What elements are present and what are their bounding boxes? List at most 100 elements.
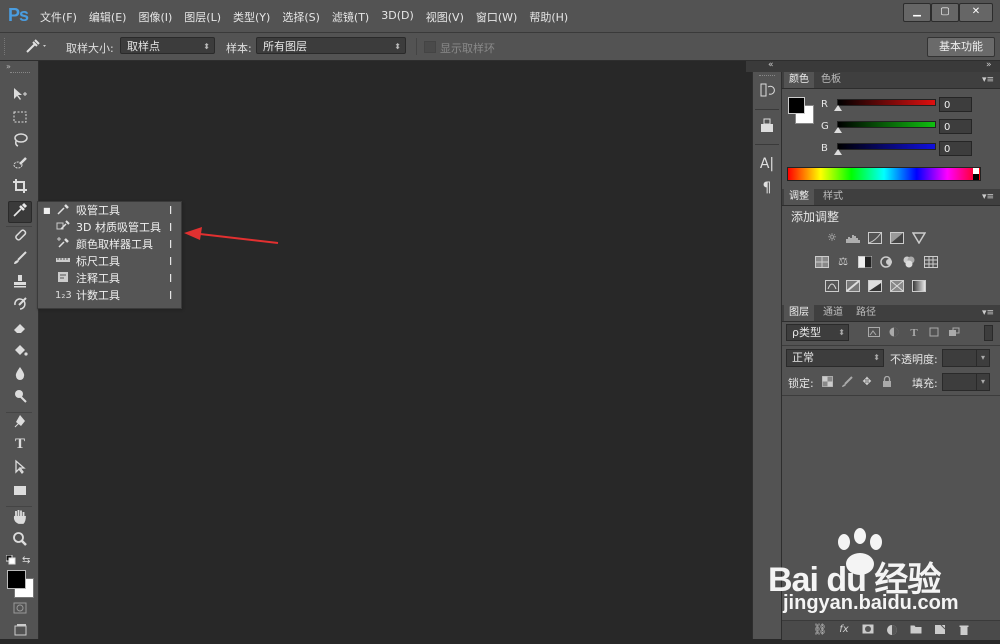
rectangle-tool-icon[interactable] [9, 482, 31, 502]
vibrance-icon[interactable] [911, 232, 927, 245]
filter-pixel-icon[interactable] [867, 327, 881, 339]
menu-edit[interactable]: 编辑(E) [89, 9, 127, 25]
panel-menu-icon[interactable]: ▾≡ [982, 305, 994, 321]
menu-3d[interactable]: 3D(D) [381, 9, 414, 25]
flyout-item-eyedropper[interactable]: ■ 吸管工具 I [38, 202, 181, 219]
selective-color-icon[interactable] [890, 280, 904, 292]
color-lookup-icon[interactable] [924, 256, 938, 268]
swap-colors-icon[interactable]: ⇆ [22, 555, 30, 566]
panel-menu-icon[interactable]: ▾≡ [982, 189, 994, 205]
show-ring-checkbox[interactable] [424, 41, 436, 53]
marquee-tool-icon[interactable] [9, 109, 31, 129]
type-tool-icon[interactable]: T [9, 436, 31, 456]
lock-all-icon[interactable] [880, 375, 894, 388]
tab-adjustments[interactable]: 调整 [784, 189, 814, 205]
close-button[interactable]: ✕ [959, 3, 993, 22]
channel-r-input[interactable]: 0 [939, 97, 972, 112]
spectrum-black-swatch[interactable] [973, 174, 979, 180]
filter-shape-icon[interactable] [927, 327, 941, 339]
link-icon[interactable]: ⛓ [813, 624, 827, 636]
exposure-icon[interactable] [890, 232, 904, 244]
flyout-item-count[interactable]: 1₂3 计数工具 I [38, 287, 181, 304]
lock-transparent-icon[interactable] [820, 376, 834, 388]
channel-b-slider[interactable] [837, 143, 936, 150]
path-selection-tool-icon[interactable] [9, 459, 31, 479]
gradient-map-icon[interactable] [912, 280, 926, 292]
filter-adjustment-icon[interactable] [887, 327, 901, 339]
levels-icon[interactable] [846, 232, 860, 244]
zoom-tool-icon[interactable] [9, 531, 31, 551]
flyout-item-color-sampler[interactable]: 颜色取样器工具 I [38, 236, 181, 253]
menu-view[interactable]: 视图(V) [426, 9, 464, 25]
opacity-input[interactable]: ▾ [942, 349, 990, 367]
tab-styles[interactable]: 样式 [818, 189, 848, 205]
photo-filter-icon[interactable] [880, 256, 894, 268]
slider-knob-icon[interactable] [834, 105, 842, 111]
minimize-button[interactable]: ▁ [903, 3, 931, 22]
tab-paths[interactable]: 路径 [851, 305, 881, 321]
pen-tool-icon[interactable] [9, 413, 31, 433]
expand-panels-icon[interactable]: » [986, 60, 992, 70]
sample-dropdown[interactable]: 所有图层 ⬍ [256, 37, 406, 54]
character-panel-icon[interactable]: A| [756, 154, 778, 174]
black-white-icon[interactable] [858, 256, 872, 268]
flyout-item-ruler[interactable]: 标尺工具 I [38, 253, 181, 270]
flyout-item-3d-material-eyedropper[interactable]: 3D 材质吸管工具 I [38, 219, 181, 236]
clone-stamp-tool-icon[interactable] [9, 273, 31, 293]
color-balance-icon[interactable]: ⚖ [836, 256, 850, 268]
collapse-strip-icon[interactable]: « [768, 60, 774, 70]
menu-file[interactable]: 文件(F) [40, 9, 77, 25]
hue-saturation-icon[interactable] [815, 256, 829, 268]
tab-layers[interactable]: 图层 [784, 305, 814, 321]
dodge-tool-icon[interactable] [9, 388, 31, 408]
brush-tool-icon[interactable] [9, 250, 31, 270]
trash-icon[interactable] [957, 624, 971, 636]
adjustment-layer-icon[interactable] [885, 624, 899, 636]
flyout-item-note[interactable]: 注释工具 I [38, 270, 181, 287]
fx-icon[interactable]: fx [837, 624, 851, 636]
tab-color[interactable]: 颜色 [784, 72, 814, 88]
brightness-contrast-icon[interactable]: ☼ [825, 232, 839, 244]
lock-position-icon[interactable]: ✥ [860, 376, 874, 388]
move-tool-icon[interactable] [9, 86, 31, 106]
filter-smart-object-icon[interactable] [947, 327, 961, 339]
collapse-toolbar-icon[interactable]: » [6, 62, 11, 71]
mask-icon[interactable] [861, 624, 875, 636]
menu-layer[interactable]: 图层(L) [184, 9, 221, 25]
slider-knob-icon[interactable] [834, 149, 842, 155]
menu-window[interactable]: 窗口(W) [476, 9, 517, 25]
default-colors-icon[interactable] [5, 554, 16, 568]
new-layer-icon[interactable] [933, 624, 947, 636]
channel-g-input[interactable]: 0 [939, 119, 972, 134]
filter-toggle-switch[interactable] [984, 325, 993, 341]
tab-swatches[interactable]: 色板 [816, 72, 846, 88]
color-spectrum-bar[interactable] [787, 167, 981, 181]
lasso-tool-icon[interactable] [9, 132, 31, 152]
curves-icon[interactable] [868, 232, 882, 244]
eyedropper-preset-icon[interactable] [24, 37, 50, 58]
fill-input[interactable]: ▾ [942, 373, 990, 391]
channel-r-slider[interactable] [837, 99, 936, 106]
threshold-icon[interactable] [868, 280, 882, 292]
blur-tool-icon[interactable] [9, 365, 31, 385]
paint-bucket-tool-icon[interactable] [9, 342, 31, 362]
quick-mask-icon[interactable] [9, 600, 31, 620]
channel-b-input[interactable]: 0 [939, 141, 972, 156]
menu-image[interactable]: 图像(I) [138, 9, 172, 25]
panel-menu-icon[interactable]: ▾≡ [982, 72, 994, 88]
layer-filter-dropdown[interactable]: ρ类型 ⬍ [786, 324, 849, 341]
crop-tool-icon[interactable] [9, 178, 31, 198]
history-panel-icon[interactable] [756, 82, 778, 102]
menu-select[interactable]: 选择(S) [282, 9, 320, 25]
document-canvas-area[interactable] [39, 61, 746, 639]
quick-selection-tool-icon[interactable] [9, 155, 31, 175]
screen-mode-icon[interactable] [9, 621, 31, 641]
channel-mixer-icon[interactable] [902, 256, 916, 268]
menu-help[interactable]: 帮助(H) [529, 9, 568, 25]
healing-brush-tool-icon[interactable] [9, 227, 31, 247]
restore-button[interactable]: ▢ [931, 3, 959, 22]
properties-panel-icon[interactable] [756, 117, 778, 137]
lock-image-brush-icon[interactable] [840, 376, 854, 388]
sample-size-dropdown[interactable]: 取样点 ⬍ [120, 37, 215, 54]
eyedropper-tool-icon[interactable] [8, 201, 32, 223]
